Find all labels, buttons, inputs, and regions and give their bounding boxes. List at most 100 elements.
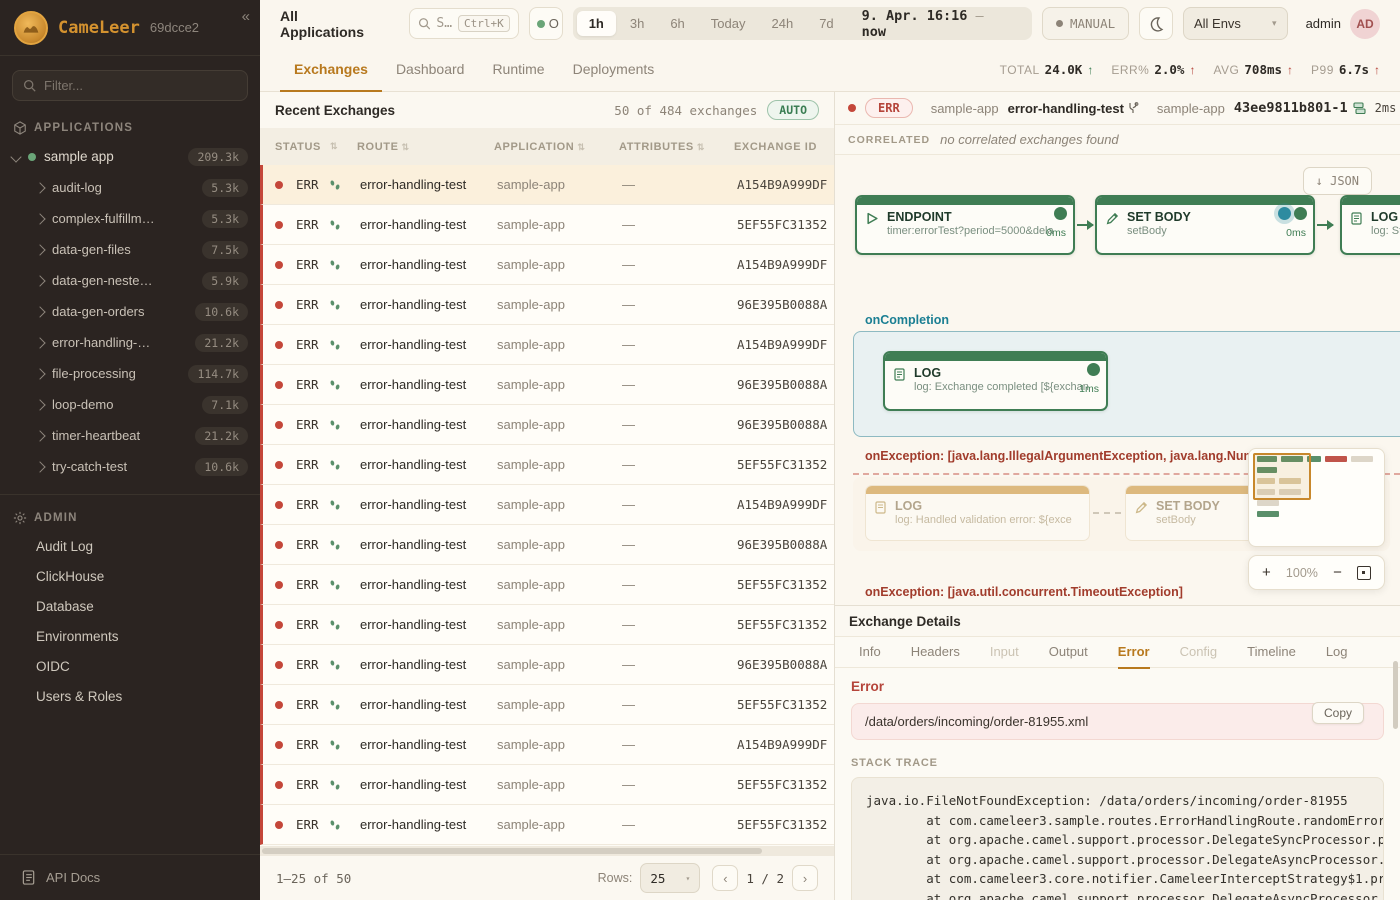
auto-badge[interactable]: AUTO [767, 100, 819, 120]
date-range[interactable]: 9. Apr. 16:16 – now [848, 8, 1028, 40]
time-range-option[interactable]: 3h [618, 11, 656, 36]
vertical-scrollbar-thumb[interactable] [1393, 661, 1398, 729]
zoom-out-button[interactable]: − [1333, 564, 1342, 581]
admin-item[interactable]: Audit Log [0, 531, 260, 561]
horizontal-scrollbar[interactable] [260, 846, 834, 856]
chevron-right-icon[interactable] [34, 368, 45, 379]
oncompletion-node-log[interactable]: LOGlog: Exchange completed [${exchan 1ms [883, 351, 1108, 411]
sidebar-item-sample-app[interactable]: sample app 209.3k [0, 141, 260, 172]
table-row[interactable]: ERR error-handling-test sample-app — 96E… [260, 285, 834, 325]
table-row[interactable]: ERR error-handling-test sample-app — 96E… [260, 405, 834, 445]
minimap-viewport[interactable] [1253, 453, 1311, 500]
chevron-right-icon[interactable] [34, 275, 45, 286]
table-row[interactable]: ERR error-handling-test sample-app — 5EF… [260, 805, 834, 845]
sidebar-filter-input[interactable]: Filter... [12, 70, 248, 101]
api-docs-link[interactable]: API Docs [0, 854, 260, 900]
table-row[interactable]: ERR error-handling-test sample-app — 96E… [260, 365, 834, 405]
time-range-option[interactable]: 1h [577, 11, 616, 36]
table-row[interactable]: ERR error-handling-test sample-app — 5EF… [260, 605, 834, 645]
search-input[interactable]: S… Ctrl+K [409, 8, 519, 39]
time-range-option[interactable]: 7d [807, 11, 845, 36]
admin-item[interactable]: Database [0, 591, 260, 621]
time-range-option[interactable]: Today [699, 11, 758, 36]
table-row[interactable]: ERR error-handling-test sample-app — A15… [260, 165, 834, 205]
dark-mode-button[interactable] [1139, 7, 1173, 40]
chevron-right-icon[interactable] [34, 244, 45, 255]
table-row[interactable]: ERR error-handling-test sample-app — 5EF… [260, 445, 834, 485]
main-tab[interactable]: Runtime [478, 61, 558, 92]
sidebar-route-item[interactable]: data-gen-neste… 5.9k [0, 265, 260, 296]
details-tab[interactable]: Input [990, 637, 1019, 669]
details-tab[interactable]: Info [859, 637, 881, 669]
details-tab[interactable]: Timeline [1247, 637, 1296, 669]
avatar[interactable]: AD [1350, 9, 1380, 39]
chevron-right-icon[interactable] [34, 182, 45, 193]
breakpoint-dot[interactable] [1278, 207, 1291, 220]
sidebar-route-item[interactable]: data-gen-files 7.5k [0, 234, 260, 265]
sort-icon[interactable]: ⇅ [330, 141, 338, 152]
admin-item[interactable]: Environments [0, 621, 260, 651]
download-json-button[interactable]: ↓ JSON [1303, 167, 1372, 195]
time-range-option[interactable]: 24h [760, 11, 806, 36]
chevron-right-icon[interactable] [34, 337, 45, 348]
stack-trace-box[interactable]: java.io.FileNotFoundException: /data/ord… [851, 777, 1384, 900]
admin-item[interactable]: OIDC [0, 651, 260, 681]
fit-view-icon[interactable] [1357, 566, 1371, 580]
chevron-right-icon[interactable] [34, 399, 45, 410]
details-tab[interactable]: Error [1118, 637, 1150, 669]
details-tab[interactable]: Output [1049, 637, 1088, 669]
table-row[interactable]: ERR error-handling-test sample-app — 5EF… [260, 685, 834, 725]
chevron-right-icon[interactable] [34, 430, 45, 441]
table-row[interactable]: ERR error-handling-test sample-app — A15… [260, 485, 834, 525]
sort-icon[interactable]: ⇅ [402, 142, 410, 152]
time-range-option[interactable]: 6h [658, 11, 696, 36]
scrollbar-thumb[interactable] [262, 848, 762, 854]
table-row[interactable]: ERR error-handling-test sample-app — 96E… [260, 645, 834, 685]
details-tab[interactable]: Config [1180, 637, 1218, 669]
table-row[interactable]: ERR error-handling-test sample-app — 5EF… [260, 565, 834, 605]
zoom-in-button[interactable]: + [1262, 564, 1271, 581]
sidebar-route-item[interactable]: file-processing 114.7k [0, 358, 260, 389]
diagram-node-setbody[interactable]: SET BODYsetBody 0ms [1095, 195, 1315, 255]
admin-item[interactable]: ClickHouse [0, 561, 260, 591]
table-row[interactable]: ERR error-handling-test sample-app — 5EF… [260, 765, 834, 805]
sidebar-collapse-icon[interactable]: « [242, 8, 250, 25]
next-page-button[interactable]: › [792, 865, 818, 891]
details-tab[interactable]: Log [1326, 637, 1348, 669]
prev-page-button[interactable]: ‹ [712, 865, 738, 891]
admin-item[interactable]: Users & Roles [0, 681, 260, 711]
sidebar-route-item[interactable]: error-handling-… 21.2k [0, 327, 260, 358]
sort-icon[interactable]: ⇅ [697, 142, 705, 152]
rows-per-page-select[interactable]: 25 ▾ [640, 863, 700, 893]
diagram-node-log[interactable]: LOGlog: Sta [1340, 195, 1400, 255]
copy-button[interactable]: Copy [1312, 702, 1364, 724]
copy-stack-icon[interactable] [1353, 102, 1366, 115]
table-row[interactable]: ERR error-handling-test sample-app — A15… [260, 725, 834, 765]
environment-select[interactable]: All Envs ▾ [1183, 7, 1288, 40]
diagram-minimap[interactable] [1248, 448, 1385, 547]
manual-refresh-button[interactable]: MANUAL [1042, 7, 1129, 40]
details-tab[interactable]: Headers [911, 637, 960, 669]
exception-node-log[interactable]: LOGlog: Handled validation error: ${exce [865, 485, 1090, 541]
sidebar-route-item[interactable]: data-gen-orders 10.6k [0, 296, 260, 327]
table-row[interactable]: ERR error-handling-test sample-app — A15… [260, 245, 834, 285]
chevron-right-icon[interactable] [34, 213, 45, 224]
sort-icon[interactable]: ⇅ [577, 142, 585, 152]
sidebar-route-item[interactable]: try-catch-test 10.6k [0, 451, 260, 482]
main-tab[interactable]: Exchanges [280, 61, 382, 92]
route-diagram-canvas[interactable]: ↓ JSON ENDPOINTtimer:errorTest?period=50… [835, 155, 1400, 605]
chevron-down-icon[interactable] [10, 151, 21, 162]
chevron-right-icon[interactable] [34, 461, 45, 472]
sidebar-route-item[interactable]: loop-demo 7.1k [0, 389, 260, 420]
exchange-id[interactable]: 43ee9811b801-1 [1234, 100, 1366, 116]
detail-route[interactable]: error-handling-test [1008, 101, 1139, 116]
sidebar-route-item[interactable]: timer-heartbeat 21.2k [0, 420, 260, 451]
live-toggle-button[interactable]: O [529, 7, 563, 40]
main-tab[interactable]: Deployments [559, 61, 669, 92]
main-tab[interactable]: Dashboard [382, 61, 479, 92]
sidebar-route-item[interactable]: complex-fulfillm… 5.3k [0, 203, 260, 234]
table-row[interactable]: ERR error-handling-test sample-app — A15… [260, 325, 834, 365]
table-row[interactable]: ERR error-handling-test sample-app — 96E… [260, 525, 834, 565]
sidebar-route-item[interactable]: audit-log 5.3k [0, 172, 260, 203]
chevron-right-icon[interactable] [34, 306, 45, 317]
